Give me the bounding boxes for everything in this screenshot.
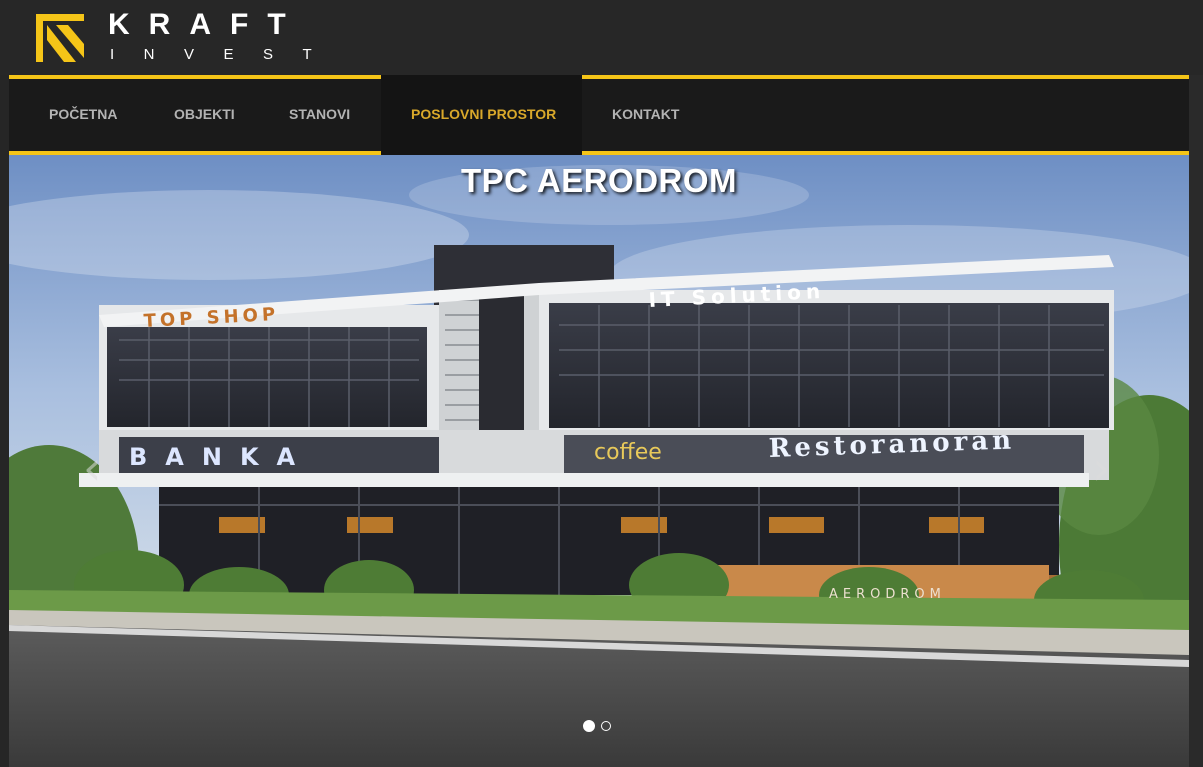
chevron-right-icon[interactable]: › xyxy=(1092,445,1110,491)
page-edge xyxy=(1189,75,1203,767)
nav-accent-line xyxy=(582,75,1189,79)
nav-item-objekti[interactable]: OBJEKTI xyxy=(174,106,235,122)
nav-item-kontakt[interactable]: KONTAKT xyxy=(612,106,679,122)
main-nav: POČETNA OBJEKTI STANOVI POSLOVNI PROSTOR… xyxy=(9,75,1189,155)
nav-item-poslovni-prostor[interactable]: POSLOVNI PROSTOR xyxy=(411,106,556,122)
sign-coffee: coffee xyxy=(594,440,662,465)
slider-dot-1[interactable] xyxy=(583,720,595,732)
logo-name: KRAFT xyxy=(108,8,305,41)
slide-title: TPC AERODROM xyxy=(460,162,738,199)
nav-item-pocetna[interactable]: POČETNA xyxy=(49,106,117,122)
logo-tagline: INVEST xyxy=(110,46,342,63)
kraft-invest-logo-icon xyxy=(36,14,84,62)
chevron-left-icon[interactable]: ‹ xyxy=(83,445,101,491)
slider-dot-2[interactable] xyxy=(601,721,611,731)
sign-banka: BANKA xyxy=(129,443,313,471)
image-slider: TOP SHOP IT Solution BANKA coffee Restor… xyxy=(9,155,1189,767)
nav-accent-line xyxy=(9,75,381,79)
slide-image-building: TOP SHOP IT Solution BANKA coffee Restor… xyxy=(9,155,1189,767)
nav-item-stanovi[interactable]: STANOVI xyxy=(289,106,350,122)
site-header: KRAFT INVEST xyxy=(0,0,1203,75)
sign-aerodrom: AERODROM xyxy=(829,587,946,602)
logo[interactable]: KRAFT INVEST xyxy=(34,8,324,66)
